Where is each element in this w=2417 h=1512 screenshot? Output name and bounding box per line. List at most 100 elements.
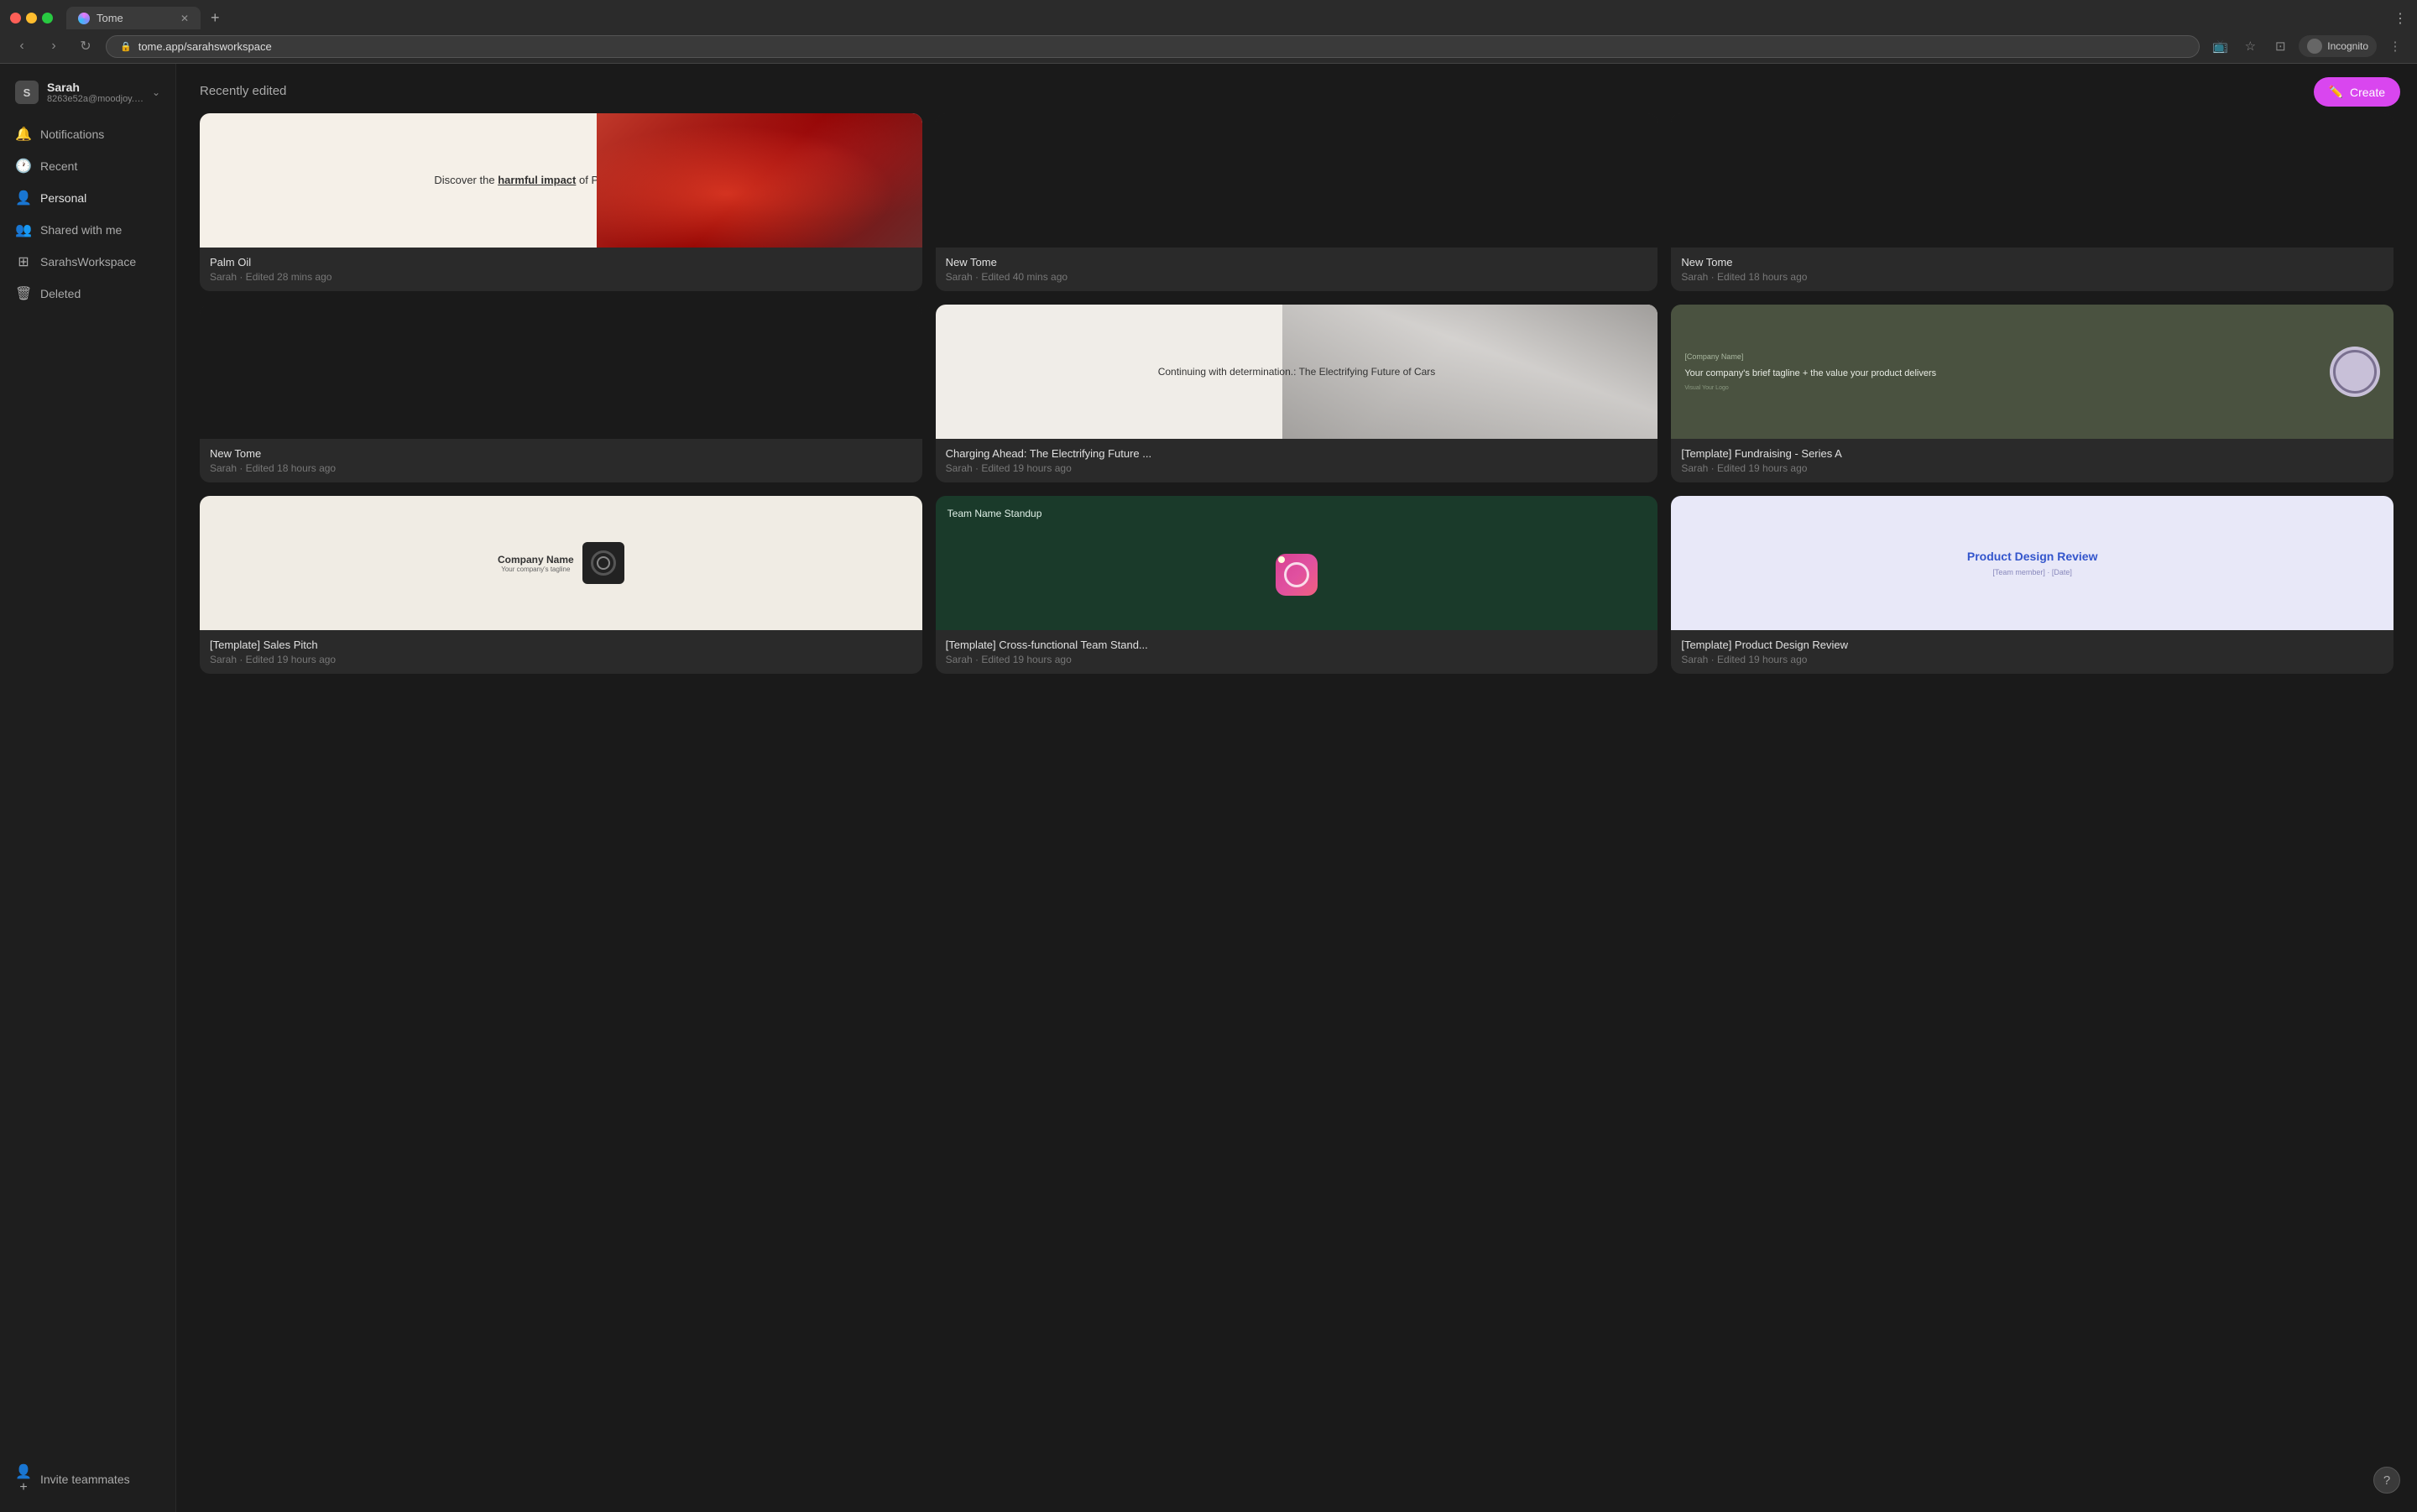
user-email: 8263e52a@moodjoy.c... xyxy=(47,94,144,104)
chevron-down-icon: ⌄ xyxy=(152,86,160,98)
card-thumbnail-new-tome-1 xyxy=(936,113,1658,248)
help-button[interactable]: ? xyxy=(2373,1467,2400,1494)
card-thumbnail-new-tome-3 xyxy=(200,305,922,439)
card-palm-oil[interactable]: Discover the harmful impact of Palm Oil … xyxy=(200,113,922,291)
url-bar[interactable]: 🔒 tome.app/sarahsworkspace xyxy=(106,35,2200,58)
card-name: Charging Ahead: The Electrifying Future … xyxy=(946,447,1648,460)
card-name: New Tome xyxy=(1681,256,2383,269)
card-meta: Sarah · Edited 19 hours ago xyxy=(946,462,1648,474)
card-info: New Tome Sarah · Edited 40 mins ago xyxy=(936,248,1658,291)
sales-logo xyxy=(582,542,624,584)
fundraising-logo-text: Visual Your Logo xyxy=(1684,385,2320,391)
incognito-badge: Incognito xyxy=(2299,35,2377,57)
sidebar-label-deleted: Deleted xyxy=(40,287,81,300)
sales-logo-inner xyxy=(591,550,616,576)
sidebar-item-workspace[interactable]: ⊞ SarahsWorkspace xyxy=(7,247,169,277)
bookmark-button[interactable]: ☆ xyxy=(2238,34,2262,58)
card-info: [Template] Sales Pitch Sarah · Edited 19… xyxy=(200,630,922,674)
card-new-tome-2[interactable]: New Tome Sarah · Edited 18 hours ago xyxy=(1671,113,2394,291)
crossfunc-dot xyxy=(1278,556,1285,563)
tab-favicon xyxy=(78,13,90,24)
sidebar-item-shared[interactable]: 👥 Shared with me xyxy=(7,215,169,245)
user-header[interactable]: S Sarah 8263e52a@moodjoy.c... ⌄ xyxy=(7,74,169,111)
create-button[interactable]: ✏️ Create xyxy=(2314,77,2400,107)
back-button[interactable]: ‹ xyxy=(10,34,34,58)
sidebar-label-recent: Recent xyxy=(40,159,77,173)
incognito-icon xyxy=(2307,39,2322,54)
card-name: New Tome xyxy=(946,256,1648,269)
card-sales-pitch[interactable]: Company Name Your company's tagline [Tem… xyxy=(200,496,922,674)
product-subtitle: [Team member] · [Date] xyxy=(1992,568,2072,576)
sidebar-item-invite[interactable]: 👤+ Invite teammates xyxy=(7,1457,169,1502)
sidebar-item-deleted[interactable]: 🗑 Deleted xyxy=(7,279,169,309)
menu-button[interactable]: ⋮ xyxy=(2383,34,2407,58)
card-thumbnail-crossfunc: Team Name Standup xyxy=(936,496,1658,630)
card-charging[interactable]: Continuing with determination.: The Elec… xyxy=(936,305,1658,482)
sales-tagline: Your company's tagline xyxy=(498,566,574,573)
fundraising-company: [Company Name] xyxy=(1684,352,2320,361)
bell-icon: 🔔 xyxy=(15,126,32,143)
card-info: Palm Oil Sarah · Edited 28 mins ago xyxy=(200,248,922,291)
card-fundraising[interactable]: [Company Name] Your company's brief tagl… xyxy=(1671,305,2394,482)
cast-button[interactable]: 📺 xyxy=(2208,34,2232,58)
card-info: New Tome Sarah · Edited 18 hours ago xyxy=(1671,248,2394,291)
card-meta: Sarah · Edited 40 mins ago xyxy=(946,271,1648,283)
card-name: [Template] Sales Pitch xyxy=(210,639,912,651)
card-meta: Sarah · Edited 19 hours ago xyxy=(1681,654,2383,665)
minimize-window-button[interactable] xyxy=(26,13,37,23)
sales-company-name: Company Name xyxy=(498,554,574,566)
card-name: [Template] Product Design Review xyxy=(1681,639,2383,651)
main-content: Recently edited Discover the harmful imp… xyxy=(176,64,2417,1512)
tab-title: Tome xyxy=(97,12,174,24)
window-controls xyxy=(10,13,53,23)
card-thumbnail-new-tome-2 xyxy=(1671,113,2394,248)
create-label: Create xyxy=(2350,86,2385,99)
sidebar-item-personal[interactable]: 👤 Personal xyxy=(7,183,169,213)
card-new-tome-1[interactable]: New Tome Sarah · Edited 40 mins ago xyxy=(936,113,1658,291)
card-product-design[interactable]: Product Design Review [Team member] · [D… xyxy=(1671,496,2394,674)
card-info: [Template] Fundraising - Series A Sarah … xyxy=(1671,439,2394,482)
close-window-button[interactable] xyxy=(10,13,21,23)
new-tab-button[interactable]: + xyxy=(204,9,227,27)
sidebar-item-notifications[interactable]: 🔔 Notifications xyxy=(7,119,169,149)
card-crossfunc[interactable]: Team Name Standup [Template] Cross-funct… xyxy=(936,496,1658,674)
sidebar-item-recent[interactable]: 🕐 Recent xyxy=(7,151,169,181)
card-info: Charging Ahead: The Electrifying Future … xyxy=(936,439,1658,482)
card-meta: Sarah · Edited 18 hours ago xyxy=(1681,271,2383,283)
palm-oil-image xyxy=(597,113,921,248)
address-bar: ‹ › ↻ 🔒 tome.app/sarahsworkspace 📺 ☆ ⊡ I… xyxy=(0,29,2417,63)
crossfunc-logo xyxy=(1276,554,1318,596)
sidebar-label-notifications: Notifications xyxy=(40,128,104,141)
sidebar-label-shared: Shared with me xyxy=(40,223,122,237)
browser-tab[interactable]: Tome ✕ xyxy=(66,7,201,29)
crossfunc-title: Team Name Standup xyxy=(947,508,1042,519)
sidebar-label-workspace: SarahsWorkspace xyxy=(40,255,136,269)
card-new-tome-3[interactable]: New Tome Sarah · Edited 18 hours ago xyxy=(200,305,922,482)
fundraising-circle xyxy=(2330,347,2380,397)
people-icon: 👥 xyxy=(15,222,32,238)
card-meta: Sarah · Edited 19 hours ago xyxy=(946,654,1648,665)
card-thumbnail-product: Product Design Review [Team member] · [D… xyxy=(1671,496,2394,630)
person-add-icon: 👤+ xyxy=(15,1463,32,1495)
user-name: Sarah xyxy=(47,81,144,94)
card-name: Palm Oil xyxy=(210,256,912,269)
tab-more-button[interactable]: ⋮ xyxy=(2394,10,2407,27)
maximize-window-button[interactable] xyxy=(42,13,53,23)
forward-button[interactable]: › xyxy=(42,34,65,58)
cards-grid: Discover the harmful impact of Palm Oil … xyxy=(200,113,2394,674)
trash-icon: 🗑 xyxy=(15,285,32,302)
sidebar-spacer xyxy=(7,310,169,1455)
card-thumbnail-charging: Continuing with determination.: The Elec… xyxy=(936,305,1658,439)
charging-text: Continuing with determination.: The Elec… xyxy=(1116,352,1477,393)
tab-close-button[interactable]: ✕ xyxy=(180,13,189,24)
lock-icon: 🔒 xyxy=(120,41,132,52)
profile-button[interactable]: ⊡ xyxy=(2268,34,2292,58)
reload-button[interactable]: ↻ xyxy=(74,34,97,58)
avatar: S xyxy=(15,81,39,104)
browser-chrome: Tome ✕ + ⋮ ‹ › ↻ 🔒 tome.app/sarahsworksp… xyxy=(0,0,2417,64)
user-info: Sarah 8263e52a@moodjoy.c... xyxy=(47,81,144,104)
sidebar: S Sarah 8263e52a@moodjoy.c... ⌄ 🔔 Notifi… xyxy=(0,64,176,1512)
fundraising-content: [Company Name] Your company's brief tagl… xyxy=(1684,352,2320,391)
app-layout: S Sarah 8263e52a@moodjoy.c... ⌄ 🔔 Notifi… xyxy=(0,64,2417,1512)
fundraising-tagline: Your company's brief tagline + the value… xyxy=(1684,368,2320,380)
